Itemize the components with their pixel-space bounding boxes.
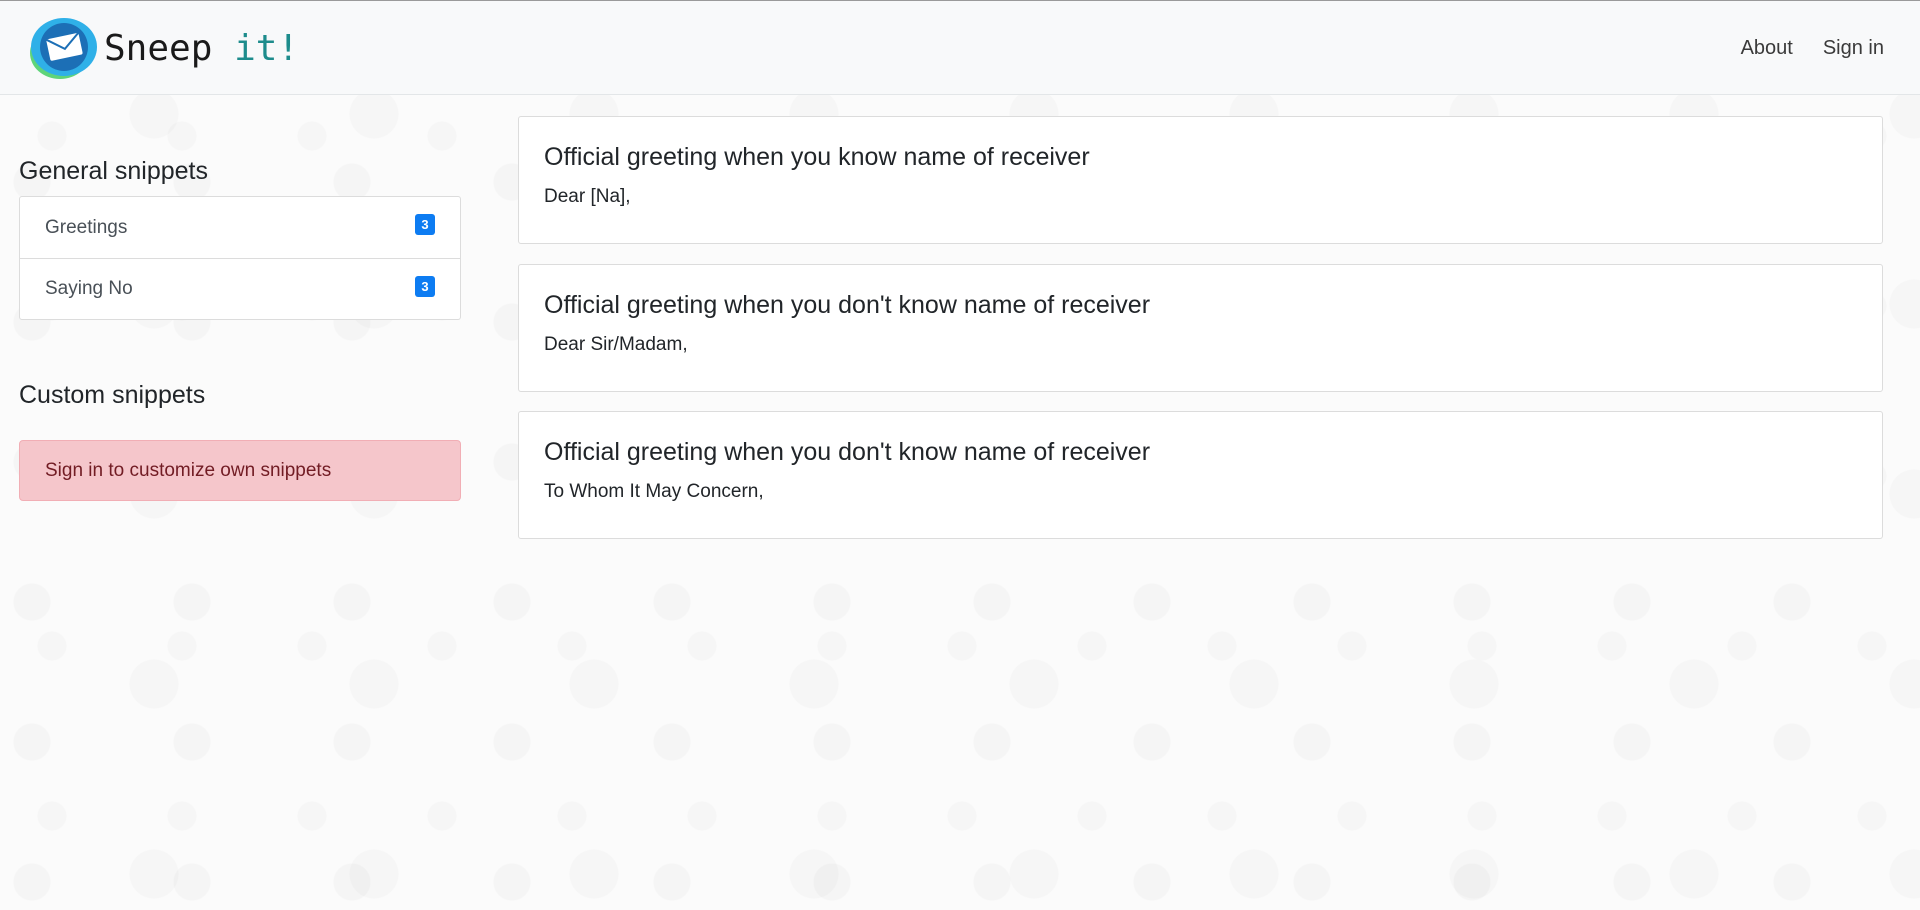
navbar: Sneep it! About Sign in [0, 1, 1920, 95]
envelope-logo-icon [24, 15, 100, 81]
snippet-title: Official greeting when you know name of … [544, 143, 1090, 171]
nav-links: About Sign in [1741, 1, 1884, 95]
custom-snippets-title: Custom snippets [19, 381, 206, 409]
general-snippets-title: General snippets [19, 157, 209, 185]
sidebar-item-saying-no[interactable]: Saying No 3 [20, 258, 460, 319]
snippet-title: Official greeting when you don't know na… [544, 438, 1151, 466]
brand-link[interactable]: Sneep it! [24, 15, 299, 81]
general-snippets-list: Greetings 3 Saying No 3 [19, 196, 461, 320]
snippet-text: Dear Sir/Madam, [544, 334, 688, 355]
count-badge: 3 [415, 276, 435, 297]
nav-sign-in-link[interactable]: Sign in [1823, 37, 1884, 60]
sidebar-item-label: Greetings [45, 216, 128, 238]
brand-word-it: it! [234, 27, 300, 69]
sidebar-item-greetings[interactable]: Greetings 3 [20, 197, 460, 258]
snippet-text: To Whom It May Concern, [544, 481, 764, 502]
snippet-card[interactable]: Official greeting when you don't know na… [518, 264, 1883, 392]
nav-about-link[interactable]: About [1741, 37, 1793, 60]
snippet-title: Official greeting when you don't know na… [544, 291, 1151, 319]
sign-in-alert: Sign in to customize own snippets [19, 440, 461, 501]
brand-name: Sneep it! [104, 28, 299, 69]
sidebar-item-label: Saying No [45, 278, 133, 299]
snippet-text: Dear [Na], [544, 186, 631, 207]
snippet-card[interactable]: Official greeting when you don't know na… [518, 411, 1883, 539]
snippet-card[interactable]: Official greeting when you know name of … [518, 116, 1883, 244]
count-badge: 3 [415, 214, 435, 235]
brand-word-sneep: Sneep [104, 27, 213, 69]
